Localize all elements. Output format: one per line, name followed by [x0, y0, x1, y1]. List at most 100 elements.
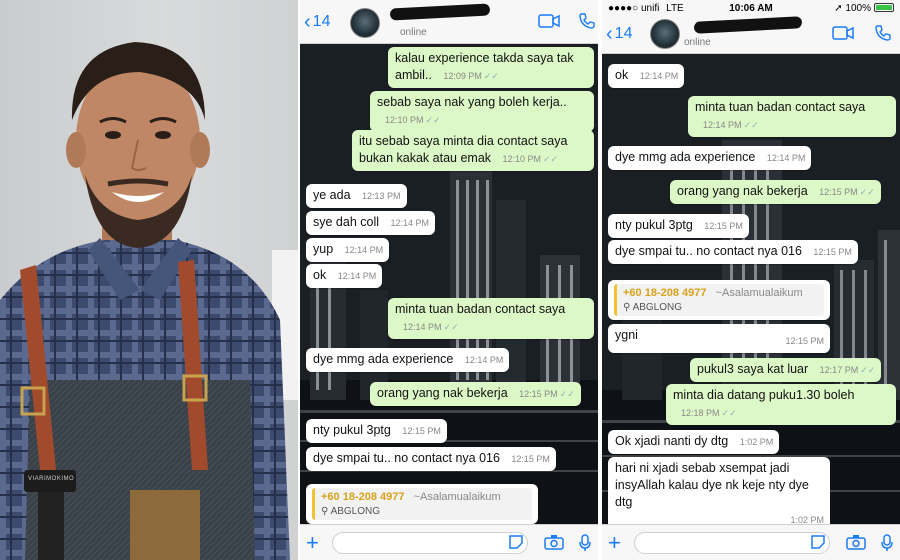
back-button[interactable]: ‹ 14: [606, 24, 632, 44]
sticker-icon[interactable]: [810, 534, 826, 550]
message-bubble[interactable]: sebab saya nak yang boleh kerja.. 12:10 …: [370, 91, 594, 132]
read-ticks-icon: ✓✓: [721, 408, 737, 418]
message-text: nty pukul 3ptg: [615, 218, 693, 232]
contact-status: online: [400, 27, 427, 38]
message-time: 12:17 PM: [819, 365, 859, 375]
message-time: 12:15 PM: [519, 389, 558, 399]
message-bubble[interactable]: kalau experience takda saya tak ambil.. …: [388, 47, 594, 88]
portrait-photo: VIARIMOKIMO: [0, 0, 298, 560]
message-bubble[interactable]: dye smpai tu.. no contact nya 016 12:15 …: [306, 447, 556, 471]
message-bubble[interactable]: minta dia datang puku1.30 boleh 12:18 PM…: [666, 384, 896, 425]
message-bubble[interactable]: yup 12:14 PM: [306, 238, 390, 262]
message-time: 12:15 PM: [402, 426, 441, 436]
message-time: 12:14 PM: [403, 322, 442, 332]
message-text: yup: [313, 242, 334, 256]
chat-screenshot-2: ●●●●○ unifi LTE 10:06 AM ➚ 100% ‹ 14 onl…: [602, 0, 900, 560]
redaction-mark: [693, 16, 803, 34]
read-ticks-icon: ✓✓: [559, 389, 575, 399]
message-time: 12:15 PM: [511, 454, 550, 464]
avatar[interactable]: [350, 8, 380, 38]
message-time: 12:14 PM: [464, 355, 504, 365]
message-text: sye dah coll: [313, 215, 380, 229]
message-time: 12:14 PM: [344, 245, 384, 255]
message-time: 12:15 PM: [785, 336, 824, 346]
message-bubble[interactable]: pukul3 saya kat luar 12:17 PM ✓✓: [690, 358, 882, 382]
message-time: 12:18 PM: [681, 408, 720, 418]
message-bubble[interactable]: Ok xjadi nanti dy dtg 1:02 PM: [608, 430, 780, 454]
message-bubble[interactable]: sye dah coll 12:14 PM: [306, 211, 436, 235]
chevron-left-icon: ‹: [304, 11, 311, 33]
contact-card-name: ABGLONG: [330, 506, 381, 517]
add-attachment-icon[interactable]: +: [608, 530, 621, 556]
read-ticks-icon: ✓✓: [543, 154, 559, 164]
message-bubble[interactable]: hari ni xjadi sebab xsempat jadi insyAll…: [608, 457, 830, 532]
message-bubble[interactable]: ygni 12:15 PM: [608, 324, 830, 353]
avatar[interactable]: [650, 19, 680, 49]
shared-contact-card[interactable]: +60 18-208 4977 ~Asalamualaikum ⚲ ABGLON…: [608, 280, 830, 320]
message-bubble[interactable]: minta tuan badan contact saya 12:14 PM ✓✓: [388, 298, 594, 339]
message-text: Ok xjadi nanti dy dtg: [615, 434, 729, 448]
message-bubble[interactable]: ok 12:14 PM: [306, 264, 383, 288]
message-bubble[interactable]: dye mmg ada experience 12:14 PM: [306, 348, 510, 372]
message-time: 12:14 PM: [337, 271, 377, 281]
message-input[interactable]: [634, 532, 830, 554]
status-time: 10:06 AM: [729, 2, 773, 14]
battery-icon: [873, 2, 894, 12]
message-time: 12:14 PM: [766, 153, 806, 163]
microphone-icon[interactable]: [578, 534, 592, 552]
status-bar: ●●●●○ unifi LTE 10:06 AM ➚ 100%: [602, 0, 900, 16]
battery-percent: 100%: [845, 2, 871, 14]
message-time: 12:15 PM: [819, 187, 858, 197]
message-bubble[interactable]: minta tuan badan contact saya 12:14 PM ✓✓: [688, 96, 896, 137]
chat-screenshot-1: ‹ 14 online kalau experience takda saya …: [300, 0, 598, 560]
back-button[interactable]: ‹ 14: [304, 12, 330, 32]
message-text: ok: [313, 268, 327, 282]
contact-status: online: [684, 37, 711, 48]
message-time: 1:02 PM: [739, 437, 774, 447]
person-icon: ⚲: [623, 302, 633, 313]
microphone-icon[interactable]: [880, 534, 894, 552]
message-bubble[interactable]: itu sebab saya minta dia contact saya bu…: [352, 130, 594, 171]
voice-call-icon[interactable]: [874, 24, 892, 42]
message-input-bar: +: [602, 524, 900, 560]
message-bubble[interactable]: dye mmg ada experience 12:14 PM: [608, 146, 812, 170]
voice-call-icon[interactable]: [578, 12, 596, 30]
add-attachment-icon[interactable]: +: [306, 530, 319, 556]
message-text: minta tuan badan contact saya: [395, 302, 566, 316]
message-bubble[interactable]: orang yang nak bekerja 12:15 PM ✓✓: [670, 180, 881, 204]
message-time: 12:10 PM: [385, 115, 424, 125]
message-time: 12:15 PM: [704, 221, 743, 231]
signal-icon: ●●●●○: [608, 2, 641, 14]
video-call-icon[interactable]: [832, 26, 854, 40]
chat-header: ‹ 14 online: [300, 0, 598, 44]
message-bubble[interactable]: ye ada 12:13 PM: [306, 184, 407, 208]
message-time: 12:14 PM: [390, 218, 430, 228]
camera-icon[interactable]: [544, 534, 564, 550]
sticker-icon[interactable]: [508, 534, 524, 550]
read-ticks-icon: ✓✓: [860, 365, 876, 375]
message-text: ye ada: [313, 188, 351, 202]
message-text: minta dia datang puku1.30 boleh: [673, 388, 855, 402]
message-text: dye smpai tu.. no contact nya 016: [615, 244, 802, 258]
message-text: hari ni xjadi sebab xsempat jadi insyAll…: [615, 461, 809, 509]
message-bubble[interactable]: nty pukul 3ptg 12:15 PM: [306, 419, 447, 443]
video-call-icon[interactable]: [538, 14, 560, 28]
message-input[interactable]: [332, 532, 528, 554]
message-bubble[interactable]: dye smpai tu.. no contact nya 016 12:15 …: [608, 240, 858, 264]
message-text: dye mmg ada experience: [615, 150, 756, 164]
message-text: nty pukul 3ptg: [313, 423, 391, 437]
message-time: 12:14 PM: [703, 120, 742, 130]
location-icon: ➚: [834, 2, 846, 14]
message-bubble[interactable]: ok 12:14 PM: [608, 64, 685, 88]
contact-card-name: ABGLONG: [632, 302, 683, 313]
camera-icon[interactable]: [846, 534, 866, 550]
message-text: ok: [615, 68, 629, 82]
shared-contact-card[interactable]: +60 18-208 4977 ~Asalamualaikum ⚲ ABGLON…: [306, 484, 538, 524]
message-text: pukul3 saya kat luar: [697, 362, 809, 376]
message-time: 12:15 PM: [813, 247, 852, 257]
read-ticks-icon: ✓✓: [425, 115, 441, 125]
message-bubble[interactable]: orang yang nak bekerja 12:15 PM ✓✓: [370, 382, 581, 406]
message-bubble[interactable]: nty pukul 3ptg 12:15 PM: [608, 214, 749, 238]
person-icon: ⚲: [321, 506, 331, 517]
message-text: orang yang nak bekerja: [677, 184, 808, 198]
